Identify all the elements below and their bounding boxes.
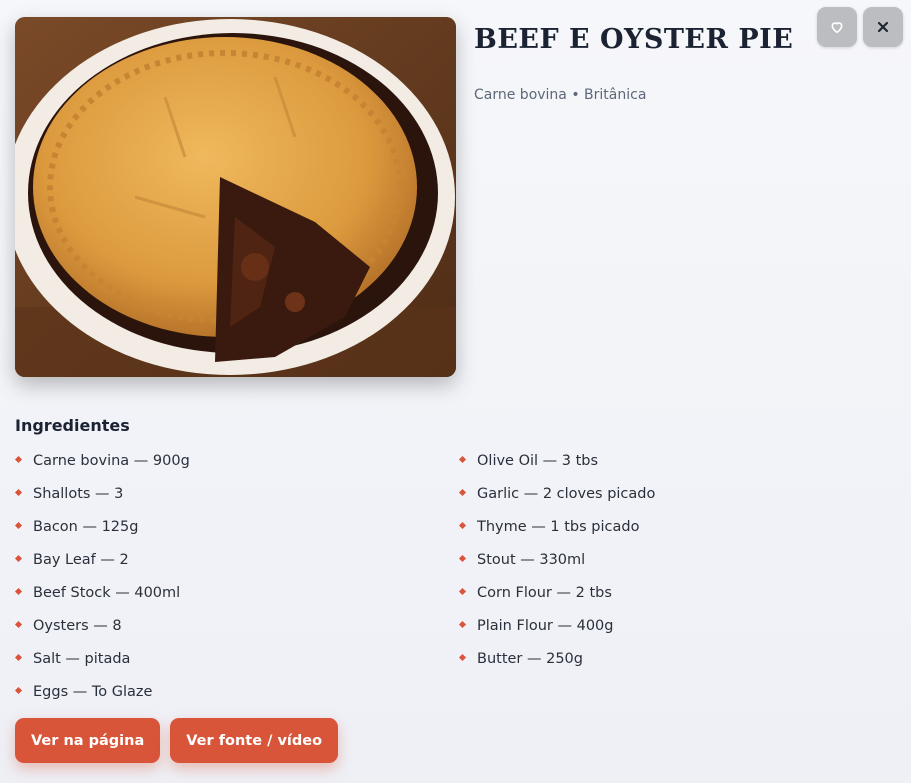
bullet-icon [458,587,467,596]
ingredient-label: Plain Flour — 400g [477,618,614,634]
ingredient-label: Eggs — To Glaze [33,684,153,700]
ingredient-label: Thyme — 1 tbs picado [477,519,640,535]
ingredient-item: Corn Flour — 2 tbs [458,585,655,618]
bullet-icon [14,653,23,662]
ingredient-label: Carne bovina — 900g [33,453,190,469]
ingredients-list-right: Olive Oil — 3 tbs Garlic — 2 cloves pica… [458,453,656,684]
ingredient-label: Corn Flour — 2 tbs [477,585,612,601]
recipe-meta: Carne bovina • Britânica [474,87,647,103]
ingredient-item: Butter — 250g [458,651,655,684]
recipe-modal: BEEF E OYSTER PIE Carne bovina • Britâni… [0,0,911,783]
ingredient-item: Garlic — 2 cloves picado [458,486,656,519]
view-page-button[interactable]: Ver na página [15,718,161,763]
ingredients-heading: Ingredientes [15,416,130,435]
bullet-icon [14,455,23,464]
ingredient-item: Plain Flour — 400g [458,618,655,651]
bullet-icon [458,521,467,530]
ingredient-label: Oysters — 8 [33,618,122,634]
bullet-icon [14,488,23,497]
ingredient-item: Bay Leaf — 2 [14,552,190,585]
ingredient-item: Eggs — To Glaze [14,684,190,717]
recipe-photo [15,17,456,377]
favorite-button[interactable] [817,7,857,47]
ingredient-label: Stout — 330ml [477,552,586,568]
ingredient-item: Salt — pitada [14,651,190,684]
ingredient-item: Oysters — 8 [14,618,190,651]
ingredient-label: Salt — pitada [33,651,131,667]
bullet-icon [14,686,23,695]
ingredient-label: Olive Oil — 3 tbs [477,453,599,469]
ingredient-item: Olive Oil — 3 tbs [458,453,655,486]
bullet-icon [14,620,23,629]
ingredient-item: Shallots — 3 [14,486,190,519]
bullet-icon [14,554,23,563]
ingredient-label: Bay Leaf — 2 [33,552,129,568]
bullet-icon [458,488,467,497]
heart-icon [831,22,843,34]
action-buttons: Ver na página Ver fonte / vídeo [15,718,339,763]
ingredient-label: Shallots — 3 [33,486,124,502]
ingredient-label: Butter — 250g [477,651,583,667]
bullet-icon [458,653,467,662]
ingredient-item: Thyme — 1 tbs picado [458,519,655,552]
ingredient-label: Beef Stock — 400ml [33,585,181,601]
bullet-icon [14,587,23,596]
close-icon [877,21,889,33]
bullet-icon [458,554,467,563]
ingredients-list-left: Carne bovina — 900g Shallots — 3 Bacon —… [14,453,190,717]
bullet-icon [458,455,467,464]
top-actions [817,7,903,47]
bullet-icon [458,620,467,629]
view-source-button[interactable]: Ver fonte / vídeo [170,718,339,763]
ingredient-label: Garlic — 2 cloves picado [477,486,656,502]
ingredient-item: Beef Stock — 400ml [14,585,190,618]
ingredient-item: Stout — 330ml [458,552,655,585]
ingredient-item: Bacon — 125g [14,519,190,552]
ingredient-label: Bacon — 125g [33,519,139,535]
recipe-title: BEEF E OYSTER PIE [474,24,794,55]
bullet-icon [14,521,23,530]
ingredient-item: Carne bovina — 900g [14,453,190,486]
close-button[interactable] [863,7,903,47]
